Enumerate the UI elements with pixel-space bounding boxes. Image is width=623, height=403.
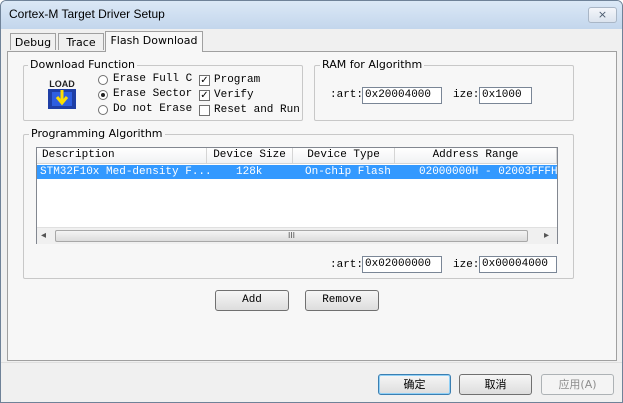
column-header-device-type[interactable]: Device Type [293, 148, 395, 164]
ok-button[interactable]: 确定 [378, 374, 451, 395]
column-header-description[interactable]: Description [37, 148, 207, 164]
algo-size-field[interactable]: 0x00004000 [479, 256, 557, 273]
cell-address-range: 02000000H - 02003FFFH [419, 166, 558, 178]
table-row[interactable]: STM32F10x Med-density F... 128k On-chip … [37, 165, 558, 179]
checkbox-reset-and-run[interactable] [199, 105, 210, 116]
algo-size-label: ize: [453, 259, 480, 271]
cell-description: STM32F10x Med-density F... [40, 166, 212, 178]
tab-debug[interactable]: Debug [10, 33, 56, 50]
ram-size-field[interactable]: 0x1000 [479, 87, 532, 104]
algorithm-list[interactable]: Description Device Size Device Type Addr… [36, 147, 558, 244]
add-button[interactable]: Add [215, 290, 289, 311]
checkbox-label: Program [214, 74, 261, 86]
load-icon-label: LOAD [49, 79, 75, 89]
radio-erase-full-chip[interactable] [98, 75, 108, 85]
tab-label: Trace [66, 36, 96, 49]
cancel-button[interactable]: 取消 [459, 374, 532, 395]
cell-device-size: 128k [236, 166, 263, 178]
radio-label: Erase Full C [113, 73, 193, 85]
scrollbar-thumb[interactable]: III [55, 230, 528, 242]
column-header-device-size[interactable]: Device Size [207, 148, 293, 164]
ram-size-label: ize: [453, 89, 480, 101]
horizontal-scrollbar[interactable]: ◂ III ▸ [37, 227, 557, 244]
scroll-left-arrow-icon[interactable]: ◂ [41, 230, 46, 241]
checkbox-verify[interactable]: ✓ [199, 90, 210, 101]
checkbox-program[interactable]: ✓ [199, 75, 210, 86]
ram-legend: RAM for Algorithm [320, 58, 425, 71]
ram-start-label: :art: [330, 89, 364, 101]
tab-label: Debug [14, 36, 52, 49]
programming-algorithm-legend: Programming Algorithm [29, 127, 165, 140]
checkbox-label: Reset and Run [214, 104, 300, 116]
radio-erase-sector[interactable] [98, 90, 108, 100]
scroll-right-arrow-icon[interactable]: ▸ [544, 230, 549, 241]
dialog-window: Cortex-M Target Driver Setup × Debug Tra… [0, 0, 623, 403]
radio-label: Do not Erase [113, 103, 193, 115]
footer-divider [1, 362, 622, 363]
close-button[interactable]: × [588, 7, 617, 23]
column-header-address-range[interactable]: Address Range [395, 148, 557, 164]
tab-flash-download[interactable]: Flash Download [105, 31, 203, 52]
algo-start-label: :art: [330, 259, 364, 271]
cell-device-type: On-chip Flash [305, 166, 391, 178]
radio-do-not-erase[interactable] [98, 105, 108, 115]
title-bar[interactable]: Cortex-M Target Driver Setup × [1, 1, 622, 29]
remove-button[interactable]: Remove [305, 290, 379, 311]
apply-button[interactable]: 应用(A) [541, 374, 614, 395]
ram-start-field[interactable]: 0x20004000 [362, 87, 442, 104]
window-title: Cortex-M Target Driver Setup [9, 7, 165, 21]
tab-label: Flash Download [110, 34, 198, 47]
download-function-legend: Download Function [28, 58, 137, 71]
load-icon: LOAD [45, 77, 79, 111]
algo-start-field[interactable]: 0x02000000 [362, 256, 442, 273]
tab-trace[interactable]: Trace [58, 33, 104, 50]
checkbox-label: Verify [214, 89, 254, 101]
radio-label: Erase Sector [113, 88, 193, 100]
